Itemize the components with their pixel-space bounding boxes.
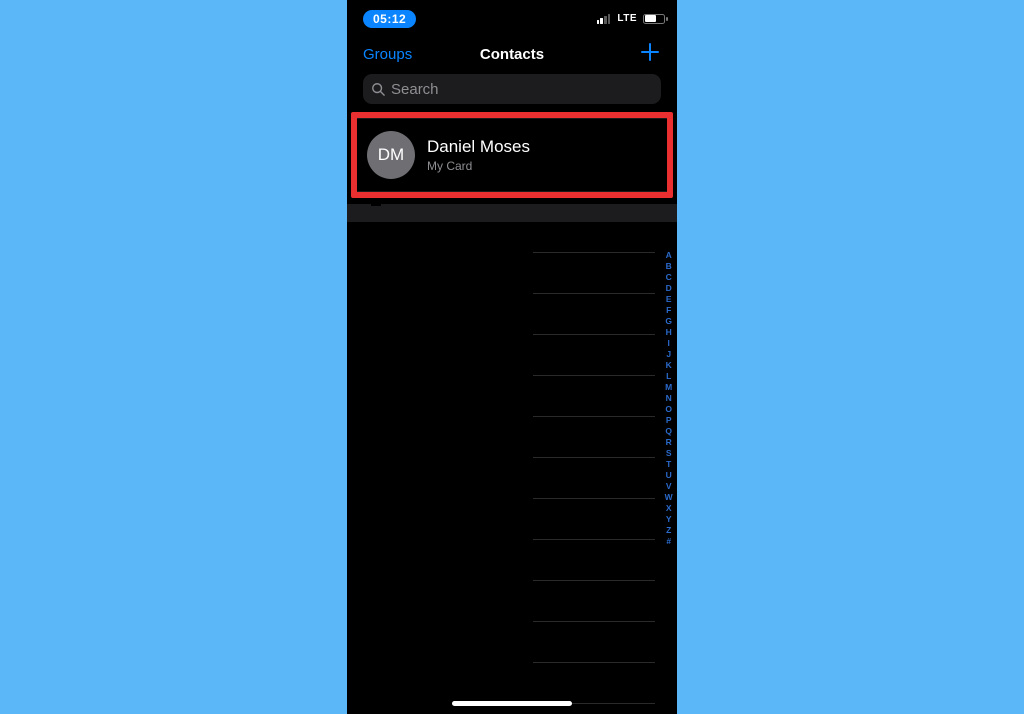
add-contact-button[interactable] — [639, 41, 661, 68]
status-bar: 05:12 LTE — [347, 0, 677, 38]
index-letter[interactable]: M — [665, 382, 672, 393]
status-time-pill: 05:12 — [363, 10, 416, 28]
index-letter[interactable]: F — [666, 305, 672, 316]
list-item[interactable] — [533, 540, 655, 581]
index-letter[interactable]: R — [666, 437, 672, 448]
my-card-row[interactable]: DM Daniel Moses My Card — [357, 118, 667, 192]
index-letter[interactable]: Q — [665, 426, 672, 437]
index-letter[interactable]: B — [666, 261, 672, 272]
search-icon — [371, 82, 385, 96]
status-bar-right: LTE — [597, 13, 665, 24]
highlight-annotation: DM Daniel Moses My Card — [351, 112, 673, 198]
avatar: DM — [367, 131, 415, 179]
index-letter[interactable]: X — [666, 503, 672, 514]
list-item[interactable] — [533, 663, 655, 704]
index-letter[interactable]: Z — [666, 525, 672, 536]
index-letter[interactable]: D — [666, 283, 672, 294]
search-container: Search — [347, 70, 677, 112]
list-item[interactable] — [533, 376, 655, 417]
index-letter[interactable]: N — [666, 393, 672, 404]
alphabet-index[interactable]: ABCDEFGHIJKLMNOPQRSTUVWXYZ# — [665, 250, 673, 547]
list-item[interactable] — [533, 335, 655, 376]
index-letter[interactable]: L — [666, 371, 672, 382]
contact-name: Daniel Moses — [427, 137, 530, 157]
index-letter[interactable]: O — [665, 404, 672, 415]
index-letter[interactable]: K — [666, 360, 672, 371]
index-letter[interactable]: J — [666, 349, 671, 360]
battery-icon — [643, 14, 665, 24]
list-item[interactable] — [533, 622, 655, 663]
section-header — [347, 204, 677, 222]
home-indicator[interactable] — [452, 701, 572, 706]
index-letter[interactable]: H — [666, 327, 672, 338]
index-letter[interactable]: C — [666, 272, 672, 283]
groups-button[interactable]: Groups — [363, 46, 412, 63]
index-letter[interactable]: T — [666, 459, 672, 470]
contact-subtitle: My Card — [427, 159, 530, 173]
search-placeholder: Search — [391, 81, 439, 98]
network-type-label: LTE — [617, 13, 637, 24]
nav-bar: Groups Contacts — [347, 38, 677, 70]
search-input[interactable]: Search — [363, 74, 661, 104]
list-rows — [533, 252, 655, 704]
index-letter[interactable]: I — [668, 338, 671, 349]
list-item[interactable] — [533, 458, 655, 499]
index-letter[interactable]: P — [666, 415, 672, 426]
page-title: Contacts — [480, 46, 544, 63]
index-letter[interactable]: # — [666, 536, 671, 547]
index-letter[interactable]: G — [665, 316, 672, 327]
phone-frame: 05:12 LTE Groups Contacts — [347, 0, 677, 714]
index-letter[interactable]: V — [666, 481, 672, 492]
plus-icon — [639, 41, 661, 63]
index-letter[interactable]: E — [666, 294, 672, 305]
index-letter[interactable]: Y — [666, 514, 672, 525]
list-item[interactable] — [533, 499, 655, 540]
cellular-signal-icon — [597, 14, 611, 24]
index-letter[interactable]: A — [666, 250, 672, 261]
contacts-list[interactable]: ABCDEFGHIJKLMNOPQRSTUVWXYZ# — [347, 222, 677, 714]
my-card-text: Daniel Moses My Card — [427, 137, 530, 173]
list-item[interactable] — [533, 581, 655, 622]
index-letter[interactable]: U — [666, 470, 672, 481]
list-item[interactable] — [533, 294, 655, 335]
index-letter[interactable]: S — [666, 448, 672, 459]
list-item[interactable] — [533, 417, 655, 458]
list-item[interactable] — [533, 252, 655, 294]
index-letter[interactable]: W — [665, 492, 673, 503]
